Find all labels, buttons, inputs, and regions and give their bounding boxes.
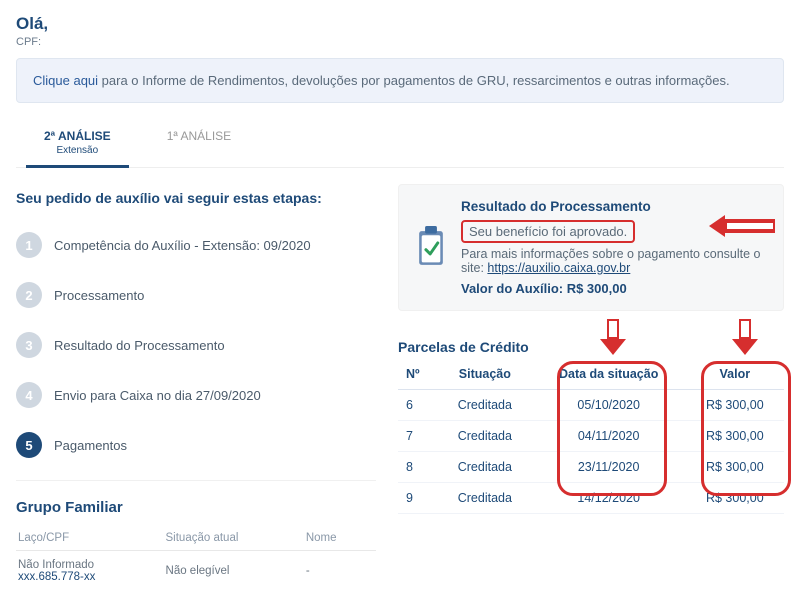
info-banner-text: para o Informe de Rendimentos, devoluçõe…: [98, 73, 730, 88]
step-2-badge: 2: [16, 282, 42, 308]
p-d: 05/10/2020: [532, 390, 686, 421]
p-d: 14/12/2020: [532, 483, 686, 514]
grupo-head-laco: Laço/CPF: [16, 526, 164, 551]
greeting: Olá,: [16, 14, 784, 34]
parcelas-row: 7 Creditada 04/11/2020 R$ 300,00: [398, 421, 784, 452]
parcelas-head-row: Nº Situação Data da situação Valor: [398, 361, 784, 390]
parcelas-table: Nº Situação Data da situação Valor 6 Cre…: [398, 361, 784, 514]
step-5: 5 Pagamentos: [16, 420, 376, 470]
separator: [16, 480, 376, 481]
annotation-arrow-left: [707, 215, 777, 240]
step-1-label: Competência do Auxílio - Extensão: 09/20…: [54, 238, 311, 253]
result-box: Resultado do Processamento Seu benefício…: [398, 184, 784, 311]
p-s: Creditada: [438, 483, 532, 514]
step-4-badge: 4: [16, 382, 42, 408]
grupo-table: Laço/CPF Situação atual Nome Não Informa…: [16, 526, 376, 591]
p-v: R$ 300,00: [686, 452, 784, 483]
parcelas-title: Parcelas de Crédito: [398, 339, 784, 355]
p-s: Creditada: [438, 390, 532, 421]
result-valor-label: Valor do Auxílio:: [461, 281, 567, 296]
p-n: 6: [398, 390, 438, 421]
result-link[interactable]: https://auxilio.caixa.gov.br: [487, 261, 630, 275]
result-approved: Seu benefício foi aprovado.: [461, 220, 635, 243]
step-1-badge: 1: [16, 232, 42, 258]
step-5-badge: 5: [16, 432, 42, 458]
p-s: Creditada: [438, 452, 532, 483]
clipboard-icon: [413, 199, 449, 296]
info-banner: Clique aqui para o Informe de Rendimento…: [16, 58, 784, 103]
tabs: 2ª ANÁLISE Extensão 1ª ANÁLISE: [16, 119, 784, 168]
p-n: 9: [398, 483, 438, 514]
tab-active-sub: Extensão: [44, 145, 111, 156]
grupo-head-situ: Situação atual: [164, 526, 304, 551]
p-v: R$ 300,00: [686, 483, 784, 514]
p-v: R$ 300,00: [686, 390, 784, 421]
info-banner-link[interactable]: Clique aqui: [33, 73, 98, 88]
parcelas-row: 8 Creditada 23/11/2020 R$ 300,00: [398, 452, 784, 483]
grupo-head-nome: Nome: [304, 526, 376, 551]
grupo-head-row: Laço/CPF Situação atual Nome: [16, 526, 376, 551]
grupo-row-nome: -: [304, 551, 376, 592]
step-3: 3 Resultado do Processamento: [16, 320, 376, 370]
cpf-label: CPF:: [16, 36, 784, 48]
step-1: 1 Competência do Auxílio - Extensão: 09/…: [16, 220, 376, 270]
p-n: 7: [398, 421, 438, 452]
parcelas-head-situ: Situação: [438, 361, 532, 390]
step-3-badge: 3: [16, 332, 42, 358]
tab-inactive-label: 1ª ANÁLISE: [167, 129, 231, 143]
tab-1a-analise[interactable]: 1ª ANÁLISE: [139, 119, 259, 168]
parcelas-row: 6 Creditada 05/10/2020 R$ 300,00: [398, 390, 784, 421]
parcelas-row: 9 Creditada 14/12/2020 R$ 300,00: [398, 483, 784, 514]
grupo-row-laco2: xxx.685.778-xx: [18, 571, 152, 583]
parcelas-head-n: Nº: [398, 361, 438, 390]
result-title: Resultado do Processamento: [461, 199, 767, 214]
grupo-row-laco1: Não Informado: [18, 559, 152, 571]
step-4-label: Envio para Caixa no dia 27/09/2020: [54, 388, 261, 403]
p-d: 04/11/2020: [532, 421, 686, 452]
parcelas-head-data: Data da situação: [532, 361, 686, 390]
parcelas-head-valor: Valor: [686, 361, 784, 390]
step-3-label: Resultado do Processamento: [54, 338, 225, 353]
p-n: 8: [398, 452, 438, 483]
step-2-label: Processamento: [54, 288, 144, 303]
result-valor: R$ 300,00: [567, 281, 627, 296]
p-d: 23/11/2020: [532, 452, 686, 483]
grupo-title: Grupo Familiar: [16, 499, 376, 516]
step-5-label: Pagamentos: [54, 438, 127, 453]
step-4: 4 Envio para Caixa no dia 27/09/2020: [16, 370, 376, 420]
step-2: 2 Processamento: [16, 270, 376, 320]
p-s: Creditada: [438, 421, 532, 452]
grupo-row: Não Informado xxx.685.778-xx Não elegíve…: [16, 551, 376, 592]
p-v: R$ 300,00: [686, 421, 784, 452]
annotation-arrow-down-1: [598, 319, 628, 355]
steps-title: Seu pedido de auxílio vai seguir estas e…: [16, 190, 376, 206]
grupo-row-situ: Não elegível: [164, 551, 304, 592]
tab-active-label: 2ª ANÁLISE: [44, 129, 111, 143]
tab-2a-analise[interactable]: 2ª ANÁLISE Extensão: [16, 119, 139, 168]
annotation-arrow-down-2: [730, 319, 760, 355]
